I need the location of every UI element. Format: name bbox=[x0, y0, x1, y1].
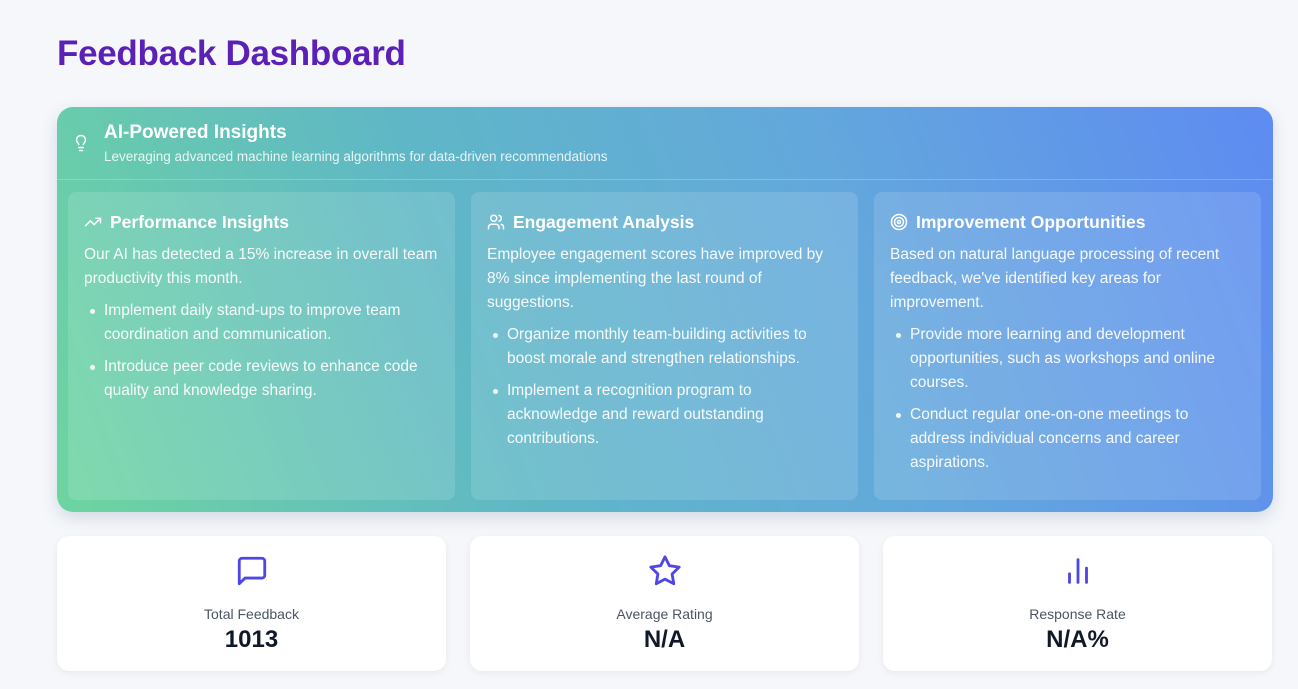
recommendation-list: Provide more learning and development op… bbox=[890, 323, 1245, 475]
card-heading: Engagement Analysis bbox=[487, 211, 842, 233]
improvement-opportunities-card: Improvement Opportunities Based on natur… bbox=[874, 192, 1261, 500]
card-heading: Improvement Opportunities bbox=[890, 211, 1245, 233]
message-square-icon bbox=[237, 556, 266, 586]
recommendation-list: Organize monthly team-building activitie… bbox=[487, 323, 842, 451]
list-item: Provide more learning and development op… bbox=[896, 323, 1245, 395]
target-icon bbox=[890, 213, 908, 231]
card-description: Our AI has detected a 15% increase in ov… bbox=[84, 246, 438, 287]
stat-value: N/A% bbox=[1046, 626, 1109, 653]
recommendation-list: Implement daily stand-ups to improve tea… bbox=[84, 299, 439, 403]
list-item: Organize monthly team-building activitie… bbox=[493, 323, 842, 371]
card-title: Performance Insights bbox=[110, 211, 289, 232]
bar-chart-icon bbox=[1067, 558, 1088, 584]
stat-value: 1013 bbox=[224, 626, 279, 653]
card-heading: Performance Insights bbox=[84, 211, 439, 233]
response-rate-card: Response Rate N/A% bbox=[883, 536, 1272, 671]
total-feedback-card: Total Feedback 1013 bbox=[57, 536, 446, 671]
list-item: Conduct regular one-on-one meetings to a… bbox=[896, 403, 1245, 475]
stat-label: Average Rating bbox=[616, 606, 713, 622]
users-icon bbox=[487, 214, 505, 230]
star-icon bbox=[648, 555, 681, 586]
list-item: Introduce peer code reviews to enhance c… bbox=[90, 355, 439, 403]
list-item: Implement daily stand-ups to improve tea… bbox=[90, 299, 439, 347]
insights-header: AI-Powered Insights Leveraging advanced … bbox=[57, 107, 1273, 180]
trending-up-icon bbox=[84, 217, 102, 227]
stat-label: Response Rate bbox=[1029, 606, 1126, 622]
card-description: Employee engagement scores have improved… bbox=[487, 246, 824, 311]
list-item: Implement a recognition program to ackno… bbox=[493, 379, 842, 451]
engagement-analysis-card: Engagement Analysis Employee engagement … bbox=[471, 192, 858, 500]
card-title: Engagement Analysis bbox=[513, 211, 695, 232]
insights-subtitle: Leveraging advanced machine learning alg… bbox=[104, 149, 608, 164]
card-title: Improvement Opportunities bbox=[916, 211, 1146, 232]
page-title: Feedback Dashboard bbox=[57, 34, 406, 73]
insights-title: AI-Powered Insights bbox=[104, 122, 287, 143]
card-description: Based on natural language processing of … bbox=[890, 246, 1220, 311]
stat-label: Total Feedback bbox=[204, 606, 299, 622]
performance-insights-card: Performance Insights Our AI has detected… bbox=[68, 192, 455, 500]
ai-insights-panel: AI-Powered Insights Leveraging advanced … bbox=[57, 107, 1273, 512]
lightbulb-icon bbox=[75, 134, 87, 152]
dashboard-page: Feedback Dashboard AI-Powered Insights L… bbox=[0, 0, 1298, 689]
average-rating-card: Average Rating N/A bbox=[470, 536, 859, 671]
stat-value: N/A bbox=[643, 626, 686, 653]
